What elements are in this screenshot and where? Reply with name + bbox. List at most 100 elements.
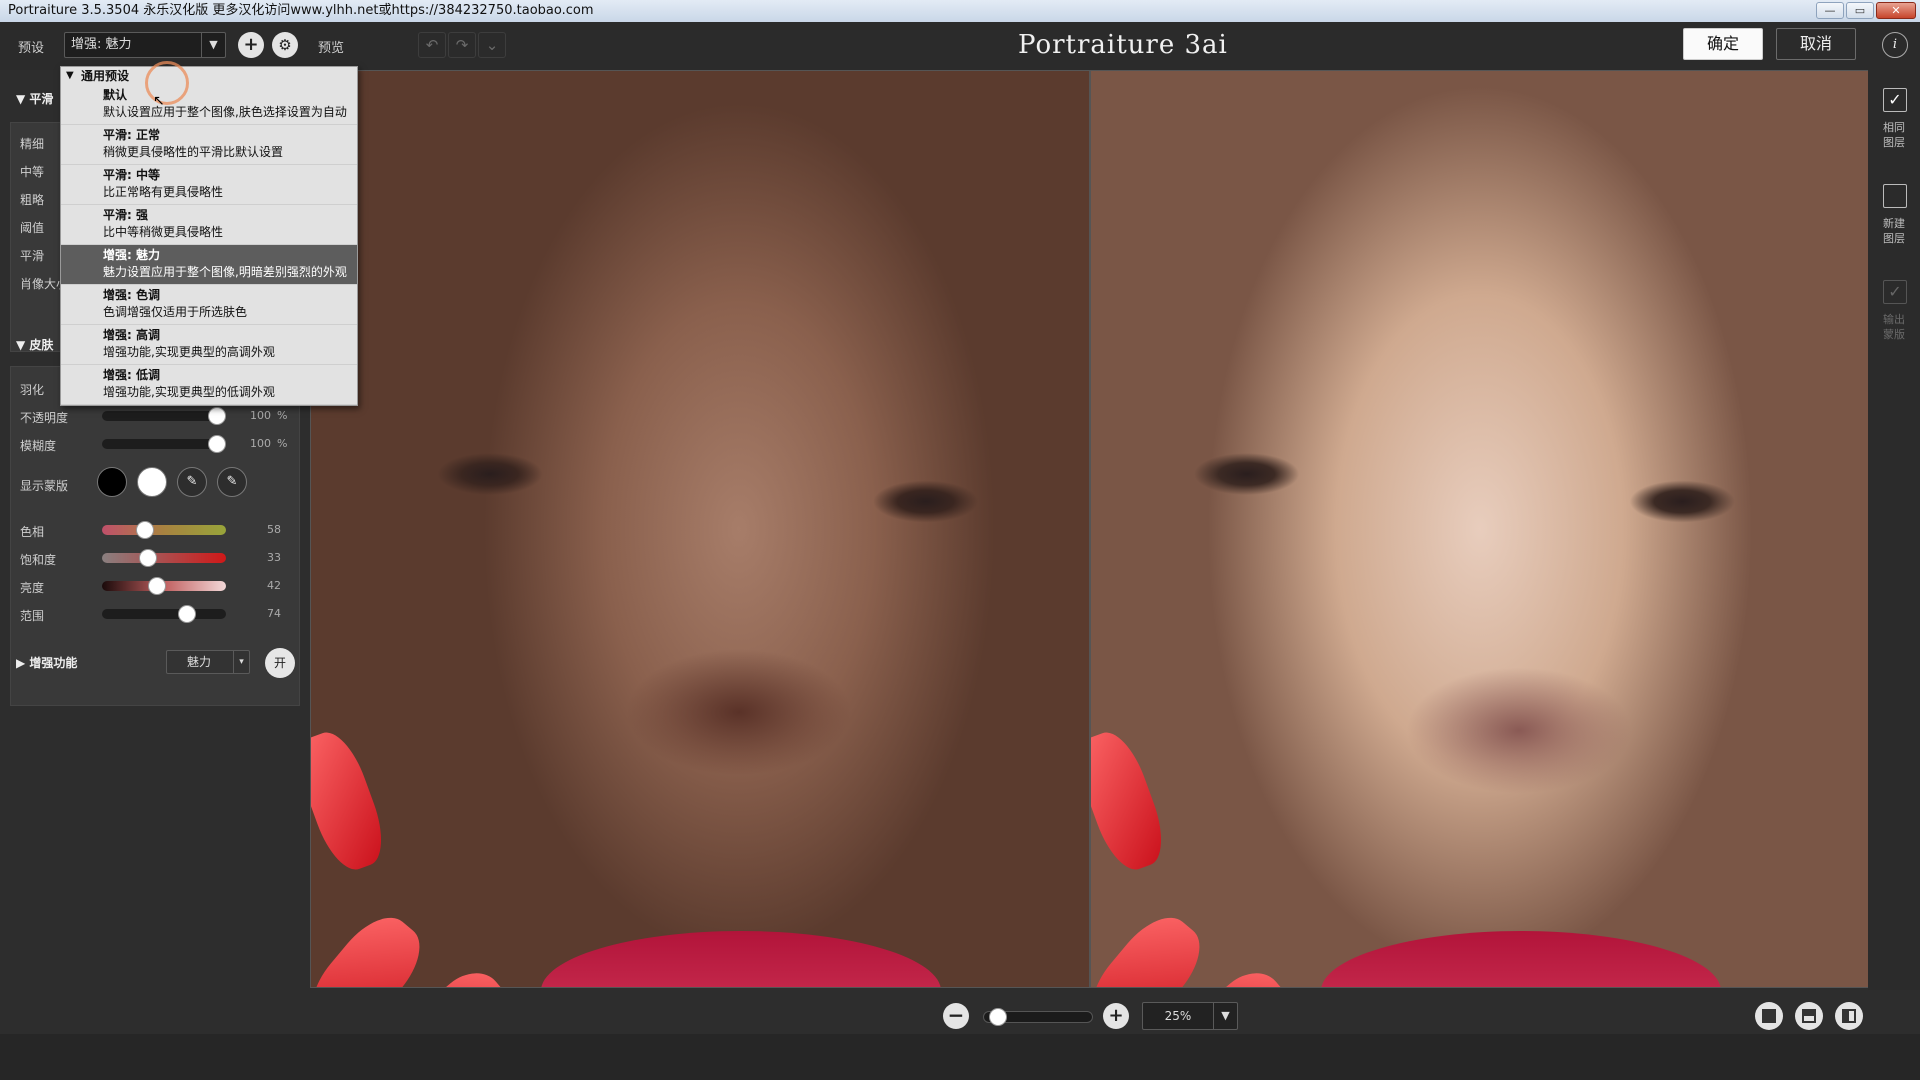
gear-icon: ⚙ [278,36,292,54]
preset-option-description: 色调增强仅适用于所选肤色 [103,305,248,319]
opacity-unit: % [277,409,288,422]
same-layer-checkbox[interactable]: ✓ [1883,88,1907,112]
preset-option-title: 平滑: 中等 [103,168,160,182]
opacity-slider[interactable] [102,407,226,425]
output-mask-checkbox[interactable]: ✓ [1883,280,1907,304]
preset-option[interactable]: 增强: 魅力魅力设置应用于整个图像,明暗差别强烈的外观 [61,245,357,285]
window-titlebar: Portraiture 3.5.3504 永乐汉化版 更多汉化访问www.ylh… [0,0,1920,22]
split-horizontal-button[interactable] [1795,1002,1823,1030]
hue-knob[interactable] [135,521,154,539]
split-vertical-button[interactable] [1835,1002,1863,1030]
preset-option[interactable]: 平滑: 正常 稍微更具侵略性的平滑比默认设置 [61,125,357,165]
eyedropper-button[interactable]: ✎ [177,467,207,497]
zoom-slider[interactable] [983,1008,1093,1026]
preset-dropdown-menu: ▼ 通用预设 默认 默认设置应用于整个图像,肤色选择设置为自动 平滑: 正常 稍微更具侵… [60,61,358,406]
same-layer-label: 相同 图层 [1883,121,1905,149]
brightness-knob[interactable] [147,577,166,595]
smoothing-row-coarse: 粗略 [20,193,45,207]
minus-icon: − [947,1003,965,1027]
preset-option[interactable]: 增强: 高调 增强功能,实现更典型的高调外观 [61,325,357,365]
output-mask-label: 输出 蒙版 [1883,313,1905,341]
history-button[interactable]: ⌄ [478,32,506,58]
check-icon: ✓ [1888,282,1902,301]
smoothing-row-fine: 精细 [20,137,45,151]
preset-option-description: 比中等稍微更具侵略性 [103,225,224,239]
chevron-down-icon: ⌄ [485,36,499,54]
toolbar: 预设 增强: 魅力 ▼ + ⚙ 预览 ↶ ↷ ⌄ Portraiture 3ai… [0,22,1920,70]
preview-toggle[interactable]: 预览 [318,37,344,56]
zoom-level-value: 25% [1164,1009,1192,1023]
after-fingernail-shape [1091,903,1215,987]
mask-white-swatch[interactable] [137,467,167,497]
zoom-knob[interactable] [988,1008,1007,1026]
new-layer-label: 新建 图层 [1883,217,1905,245]
preset-option[interactable]: 默认 默认设置应用于整个图像,肤色选择设置为自动 [61,85,357,125]
zoom-in-button[interactable]: + [1103,1003,1129,1029]
preset-option[interactable]: 平滑: 中等比正常略有更具侵略性 [61,165,357,205]
show-mask-label: 显示蒙版 [20,479,69,493]
preset-option-description: 默认设置应用于整个图像,肤色选择设置为自动 [103,105,347,119]
app-title: Portraiture 3ai [1018,30,1228,60]
skin-section-header[interactable]: ▼ 皮肤 [16,336,53,353]
smoothing-section-header[interactable]: ▼ 平滑 [16,90,53,107]
preset-option[interactable]: 平滑: 强比中等稍微更具侵略性 [61,205,357,245]
preset-option-title: 增强: 色调 [103,288,160,302]
before-preview-image[interactable] [310,70,1090,988]
brightness-slider[interactable] [102,577,226,595]
maximize-button[interactable]: ▭ [1846,2,1874,19]
opacity-knob[interactable] [208,407,226,425]
after-fingernail-shape [1091,724,1174,878]
after-fingernail-shape [1189,960,1303,987]
smoothing-row-smooth: 平滑 [20,249,45,263]
status-bar [0,1034,1920,1080]
preset-option[interactable]: 增强: 低调 增强功能,实现更典型的低调外观 [61,365,357,405]
brightness-label: 亮度 [20,581,45,595]
saturation-knob[interactable] [139,549,158,567]
preset-group-header[interactable]: ▼ 通用预设 [61,67,357,85]
redo-button[interactable]: ↷ [448,32,476,58]
enhance-mode-select[interactable]: 魅力 ▾ [166,650,250,674]
saturation-label: 饱和度 [20,553,57,567]
ok-button[interactable]: 确定 [1683,28,1763,60]
info-icon[interactable]: i [1882,32,1908,58]
minimize-button[interactable]: — [1816,2,1844,19]
range-label: 范围 [20,609,45,623]
preset-option-title: 增强: 魅力 [103,248,160,262]
range-knob[interactable] [178,605,197,623]
blur-label: 模糊度 [20,439,57,453]
preset-option-description: 比正常略有更具侵略性 [103,185,224,199]
blur-slider[interactable] [102,435,226,453]
plus-icon: + [1108,1005,1124,1026]
new-layer-checkbox[interactable] [1883,184,1907,208]
eyedropper-plus-icon: ✎ [226,474,238,489]
after-preview-image[interactable] [1090,70,1870,988]
triangle-down-icon: ▼ [66,70,74,81]
preset-option-title: 平滑: 强 [103,208,148,222]
zoom-out-button[interactable]: − [943,1003,969,1029]
cursor-highlight-ring [145,61,189,105]
eyedropper-add-button[interactable]: ✎ [217,467,247,497]
enhance-mode-value: 魅力 [187,655,212,669]
preset-select[interactable]: 增强: 魅力 ▼ [64,32,226,58]
cancel-button[interactable]: 取消 [1776,28,1856,60]
preset-option-description: 魅力设置应用于整个图像,明暗差别强烈的外观 [103,265,347,279]
enhance-toggle-button[interactable]: 开 [265,648,295,678]
settings-button[interactable]: ⚙ [272,32,298,58]
undo-button[interactable]: ↶ [418,32,446,58]
blur-knob[interactable] [208,435,226,453]
enhance-section-header[interactable]: ▶ 增强功能 [16,654,77,671]
single-view-button[interactable] [1755,1002,1783,1030]
mask-black-swatch[interactable] [97,467,127,497]
preset-option[interactable]: 增强: 色调色调增强仅适用于所选肤色 [61,285,357,325]
hue-label: 色相 [20,525,45,539]
add-preset-button[interactable]: + [238,32,264,58]
smoothing-row-medium: 中等 [20,165,45,179]
before-lips-shape [541,931,941,987]
range-slider[interactable] [102,605,226,623]
zoom-level-select[interactable]: 25% ▼ [1142,1002,1238,1030]
close-button[interactable]: ✕ [1876,2,1916,19]
plus-icon: + [243,34,259,55]
saturation-slider[interactable] [102,549,226,567]
opacity-label: 不透明度 [20,411,69,425]
hue-slider[interactable] [102,521,226,539]
